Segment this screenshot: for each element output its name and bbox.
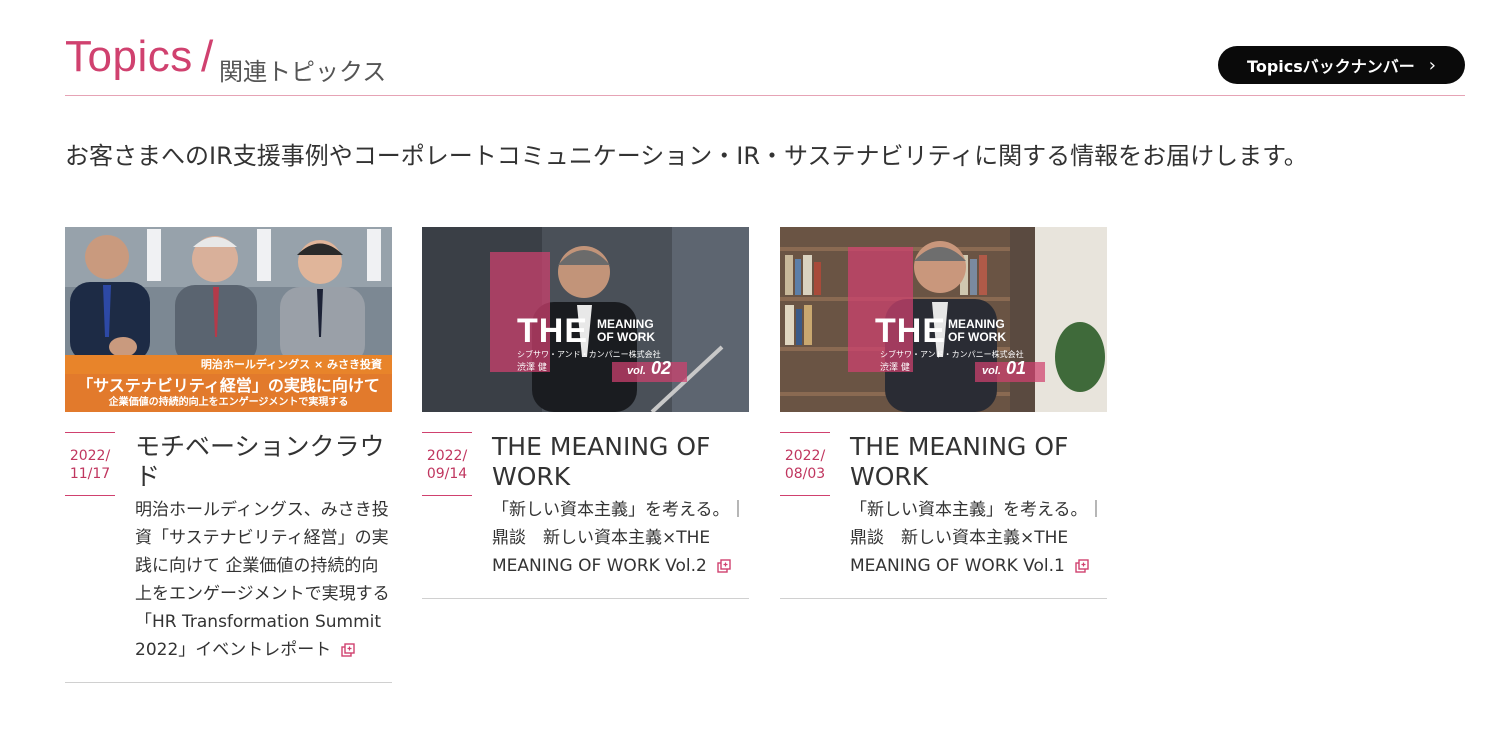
card-title[interactable]: モチベーションクラウド xyxy=(135,432,392,492)
vol-prefix: vol. xyxy=(982,365,1001,377)
date-day: 09/14 xyxy=(426,466,468,482)
topic-thumbnail[interactable]: 明治ホールディングス × みさき投資 「サステナビリティ経営」の実践に向けて 企… xyxy=(65,227,392,412)
topic-thumbnail[interactable]: THE MEANING OF WORK シブサワ・アンド・カンパニー株式会社 渋… xyxy=(780,227,1107,412)
title-separator: / xyxy=(201,32,214,81)
topic-card[interactable]: THE MEANING OF WORK シブサワ・アンド・カンパニー株式会社 渋… xyxy=(422,227,749,599)
topics-backnumber-button[interactable]: Topicsバックナンバー › xyxy=(1218,46,1465,84)
date-day: 08/03 xyxy=(784,466,826,482)
card-date: 2022/ 11/17 xyxy=(65,432,115,496)
external-link-icon xyxy=(341,643,355,657)
date-year: 2022/ xyxy=(426,448,468,464)
thumbnail-headline-main: 「サステナビリティ経営」の実践に向けて xyxy=(77,376,380,395)
card-date: 2022/ 09/14 xyxy=(422,432,472,496)
thumbnail-of-work: OF WORK xyxy=(597,330,655,344)
chevron-right-icon: › xyxy=(1428,54,1436,76)
card-title[interactable]: THE MEANING OF WORK xyxy=(850,432,1107,492)
vol-number: 01 xyxy=(1005,358,1026,378)
vol-number: 02 xyxy=(650,358,671,378)
thumbnail-headline-sub: 企業価値の持続的向上をエンゲージメントで実現する xyxy=(108,397,349,408)
thumbnail-person: 渋澤 健 xyxy=(880,363,910,373)
thumbnail-the: THE xyxy=(517,312,588,350)
card-meta: 2022/ 08/03 THE MEANING OF WORK 「新しい資本主義… xyxy=(780,412,1107,598)
card-description-text: 「新しい資本主義」を考える。｜鼎談 新しい資本主義×THE MEANING OF… xyxy=(492,500,747,576)
date-day: 11/17 xyxy=(69,466,111,482)
section-lead: お客さまへのIR支援事例やコーポレートコミュニケーション・IR・サステナビリティ… xyxy=(65,142,1308,170)
card-description-text: 「新しい資本主義」を考える。｜鼎談 新しい資本主義×THE MEANING OF… xyxy=(850,500,1105,576)
card-date: 2022/ 08/03 xyxy=(780,432,830,496)
backnumber-label: Topicsバックナンバー xyxy=(1247,57,1415,76)
card-body: THE MEANING OF WORK 「新しい資本主義」を考える。｜鼎談 新し… xyxy=(850,432,1107,598)
card-description-text: 明治ホールディングス、みさき投資「サステナビリティ経営」の実践に向けて 企業価値… xyxy=(135,500,390,660)
topic-thumbnail[interactable]: THE MEANING OF WORK シブサワ・アンド・カンパニー株式会社 渋… xyxy=(422,227,749,412)
card-meta: 2022/ 09/14 THE MEANING OF WORK 「新しい資本主義… xyxy=(422,412,749,598)
thumbnail-band: 明治ホールディングス × みさき投資 xyxy=(65,355,392,375)
thumbnail-headline: 「サステナビリティ経営」の実践に向けて 企業価値の持続的向上をエンゲージメントで… xyxy=(65,374,392,412)
section-title-ja: 関連トピックス xyxy=(219,58,387,86)
card-body: THE MEANING OF WORK 「新しい資本主義」を考える。｜鼎談 新し… xyxy=(492,432,749,598)
thumbnail-volume: vol. 02 xyxy=(627,358,671,379)
section-header: Topics / 関連トピックス Topicsバックナンバー › xyxy=(65,30,1465,96)
vol-prefix: vol. xyxy=(627,365,646,377)
card-description[interactable]: 「新しい資本主義」を考える。｜鼎談 新しい資本主義×THE MEANING OF… xyxy=(850,496,1107,598)
thumbnail-volume: vol. 01 xyxy=(982,358,1026,379)
thumbnail-of-work: OF WORK xyxy=(948,330,1006,344)
thumbnail-the: THE xyxy=(875,312,946,350)
section-title-en: Topics xyxy=(65,32,193,81)
thumbnail-person: 渋澤 健 xyxy=(517,363,547,373)
card-description[interactable]: 明治ホールディングス、みさき投資「サステナビリティ経営」の実践に向けて 企業価値… xyxy=(135,496,392,682)
external-link-icon xyxy=(717,559,731,573)
card-description[interactable]: 「新しい資本主義」を考える。｜鼎談 新しい資本主義×THE MEANING OF… xyxy=(492,496,749,598)
card-body: モチベーションクラウド 明治ホールディングス、みさき投資「サステナビリティ経営」… xyxy=(135,432,392,682)
topic-card[interactable]: THE MEANING OF WORK シブサワ・アンド・カンパニー株式会社 渋… xyxy=(780,227,1107,599)
date-year: 2022/ xyxy=(69,448,111,464)
card-meta: 2022/ 11/17 モチベーションクラウド 明治ホールディングス、みさき投資… xyxy=(65,412,392,682)
card-title[interactable]: THE MEANING OF WORK xyxy=(492,432,749,492)
topic-card[interactable]: 明治ホールディングス × みさき投資 「サステナビリティ経営」の実践に向けて 企… xyxy=(65,227,392,683)
date-year: 2022/ xyxy=(784,448,826,464)
external-link-icon xyxy=(1075,559,1089,573)
